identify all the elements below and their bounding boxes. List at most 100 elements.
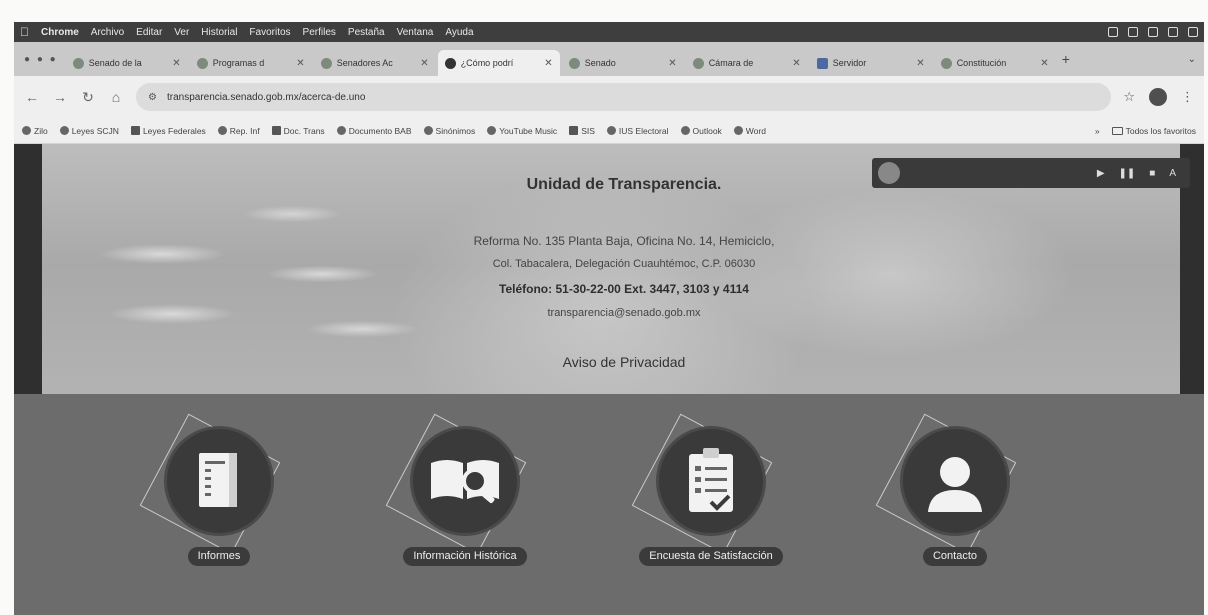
forward-icon[interactable]: → bbox=[52, 89, 68, 105]
card-informacion-historica[interactable]: Información Histórica bbox=[385, 413, 540, 604]
close-tab-icon[interactable]: ✕ bbox=[420, 58, 428, 69]
bookmark-favicon-icon bbox=[336, 126, 346, 135]
tab-senado-2[interactable]: Senado ✕ bbox=[562, 50, 684, 76]
card-contacto[interactable]: Contacto bbox=[875, 413, 1030, 604]
headset-user-icon[interactable] bbox=[900, 426, 1010, 536]
bookmark-favicon-icon bbox=[22, 126, 31, 135]
font-size-icon[interactable]: A bbox=[1169, 168, 1176, 179]
accessibility-logo-icon[interactable] bbox=[878, 162, 900, 184]
favicon-icon bbox=[320, 57, 332, 69]
menubar-item-archivo[interactable]: Archivo bbox=[91, 27, 124, 38]
card-encuesta-satisfaccion[interactable]: Encuesta de Satisfacción bbox=[631, 413, 786, 604]
bookmarks-end: » Todos los favoritos bbox=[1095, 126, 1196, 136]
window-controls[interactable]: ● ● ● bbox=[24, 54, 58, 65]
card-label: Encuesta de Satisfacción bbox=[636, 546, 786, 567]
new-tab-button[interactable]: + bbox=[1062, 51, 1070, 67]
close-tab-icon[interactable]: ✕ bbox=[172, 58, 180, 69]
reload-icon[interactable]: ↻ bbox=[80, 89, 96, 106]
tab-como-podria[interactable]: ¿Cómo podrí ✕ bbox=[437, 50, 560, 76]
bookmark-favicon-icon bbox=[733, 126, 743, 135]
home-icon[interactable]: ⌂ bbox=[108, 89, 124, 105]
hero-section: Unidad de Transparencia. Reforma No. 135… bbox=[14, 144, 1204, 412]
privacy-notice-link[interactable]: Aviso de Privacidad bbox=[474, 354, 774, 370]
control-center-icon[interactable] bbox=[1188, 27, 1198, 37]
bookmarks-bar: Zilo Leyes SCJN Leyes Federales Rep. Inf… bbox=[14, 118, 1204, 144]
bookmark-item[interactable]: IUS Electoral bbox=[606, 126, 669, 136]
screen-icon[interactable] bbox=[1108, 27, 1118, 37]
bookmark-favicon-icon bbox=[217, 126, 227, 135]
close-tab-icon[interactable]: ✕ bbox=[544, 58, 552, 69]
stop-icon[interactable]: ■ bbox=[1149, 168, 1155, 179]
tab-search-icon[interactable]: ⌄ bbox=[1188, 54, 1196, 65]
bookmark-item[interactable]: Word bbox=[733, 126, 766, 136]
favicon-icon bbox=[444, 57, 456, 69]
clipboard-checklist-icon[interactable] bbox=[656, 426, 766, 536]
folder-icon bbox=[1111, 126, 1123, 135]
bookmark-item[interactable]: YouTube Music bbox=[487, 126, 557, 136]
open-book-search-icon[interactable] bbox=[410, 426, 520, 536]
search-icon[interactable] bbox=[1168, 27, 1178, 37]
favicon-icon bbox=[692, 57, 704, 69]
favicon-icon bbox=[196, 57, 208, 69]
tab-servidor[interactable]: Servidor ✕ bbox=[810, 50, 932, 76]
close-tab-icon[interactable]: ✕ bbox=[792, 58, 800, 69]
favicon-icon bbox=[940, 57, 952, 69]
bookmark-favicon-icon bbox=[423, 126, 433, 135]
close-tab-icon[interactable]: ✕ bbox=[668, 58, 676, 69]
bookmark-item[interactable]: Sinónimos bbox=[423, 126, 475, 136]
bookmarks-overflow-icon[interactable]: » bbox=[1095, 126, 1100, 136]
bookmark-favicon-icon bbox=[487, 126, 497, 135]
menubar-app-name[interactable]: Chrome bbox=[41, 27, 79, 38]
bookmark-star-icon[interactable]: ☆ bbox=[1123, 89, 1135, 105]
bookmark-item[interactable]: Leyes Federales bbox=[130, 126, 206, 136]
close-tab-icon[interactable]: ✕ bbox=[1040, 58, 1048, 69]
menubar-item-pestana[interactable]: Pestaña bbox=[348, 27, 385, 38]
close-tab-icon[interactable]: ✕ bbox=[296, 58, 304, 69]
toolbar-actions: ☆ ⋮ bbox=[1123, 88, 1194, 106]
site-info-icon[interactable]: ⚙ bbox=[148, 92, 157, 103]
menubar-item-ventana[interactable]: Ventana bbox=[397, 27, 434, 38]
play-icon[interactable]: ▶ bbox=[1097, 168, 1105, 179]
menubar-item-perfiles[interactable]: Perfiles bbox=[303, 27, 336, 38]
menubar-item-historial[interactable]: Historial bbox=[201, 27, 237, 38]
favicon-icon bbox=[72, 57, 84, 69]
profile-avatar[interactable] bbox=[1149, 88, 1167, 106]
address-line-2: Col. Tabacalera, Delegación Cuauhtémoc, … bbox=[492, 258, 756, 270]
all-bookmarks-button[interactable]: Todos los favoritos bbox=[1111, 126, 1196, 136]
email-link[interactable]: transparencia@senado.gob.mx bbox=[344, 307, 904, 319]
card-informes[interactable]: Informes bbox=[139, 413, 294, 604]
bookmark-item[interactable]: Outlook bbox=[680, 126, 722, 136]
close-tab-icon[interactable]: ✕ bbox=[916, 58, 924, 69]
menubar-status-area bbox=[1108, 27, 1198, 37]
battery-icon[interactable] bbox=[1148, 27, 1158, 37]
book-icon[interactable] bbox=[164, 426, 274, 536]
tab-constitucion[interactable]: Constitución ✕ bbox=[934, 50, 1056, 76]
tab-senado[interactable]: Senado de la ✕ bbox=[66, 50, 188, 76]
menubar-item-favoritos[interactable]: Favoritos bbox=[249, 27, 290, 38]
apple-menu-icon[interactable]:  bbox=[20, 25, 29, 39]
card-label: Información Histórica bbox=[390, 546, 540, 567]
bookmark-item[interactable]: Doc. Trans bbox=[271, 126, 325, 136]
bookmark-favicon-icon bbox=[569, 126, 579, 135]
page-content: Unidad de Transparencia. Reforma No. 135… bbox=[14, 144, 1204, 615]
back-icon[interactable]: ← bbox=[24, 89, 40, 105]
address-url[interactable]: transparencia.senado.gob.mx/acerca-de.un… bbox=[167, 92, 365, 103]
bookmark-item[interactable]: Rep. Inf bbox=[217, 126, 260, 136]
page-left-edge bbox=[14, 144, 42, 394]
tab-senadores[interactable]: Senadores Ac ✕ bbox=[314, 50, 436, 76]
address-bar[interactable]: ⚙ transparencia.senado.gob.mx/acerca-de.… bbox=[136, 83, 1112, 111]
menu-kebab-icon[interactable]: ⋮ bbox=[1181, 89, 1194, 105]
bookmark-item[interactable]: Leyes SCJN bbox=[59, 126, 119, 136]
menubar-item-editar[interactable]: Editar bbox=[136, 27, 162, 38]
bookmark-item[interactable]: Zilo bbox=[22, 126, 48, 136]
tab-camara[interactable]: Cámara de ✕ bbox=[686, 50, 808, 76]
tab-programas[interactable]: Programas d ✕ bbox=[190, 50, 312, 76]
quick-links-section: Informes Información Histórica Encuesta … bbox=[14, 394, 1204, 615]
menubar-item-ayuda[interactable]: Ayuda bbox=[445, 27, 473, 38]
card-label: Contacto bbox=[880, 546, 1030, 567]
wifi-icon[interactable] bbox=[1128, 27, 1138, 37]
bookmark-item[interactable]: Documento BAB bbox=[336, 126, 412, 136]
menubar-item-ver[interactable]: Ver bbox=[174, 27, 189, 38]
pause-icon[interactable]: ❚❚ bbox=[1119, 168, 1136, 179]
bookmark-item[interactable]: SIS bbox=[569, 126, 595, 136]
